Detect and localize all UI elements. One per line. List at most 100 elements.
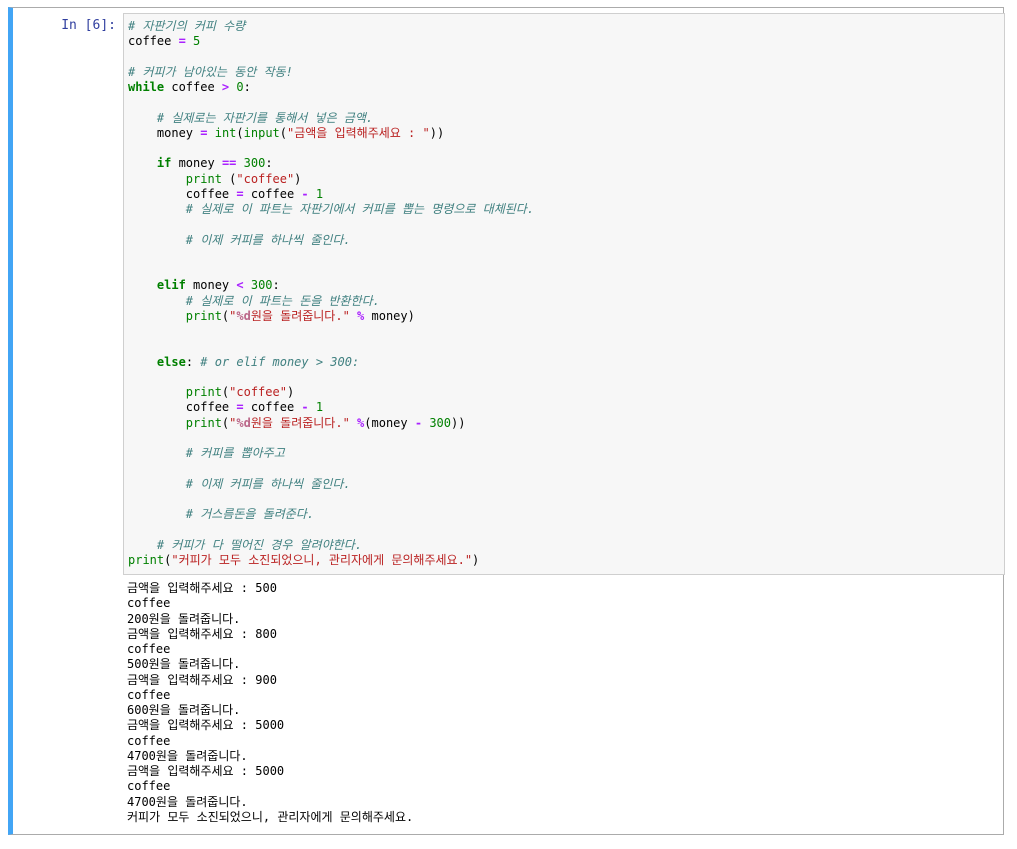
output-line: 600원을 돌려줍니다. — [127, 703, 241, 717]
code-token: elif — [156, 278, 186, 293]
code-token: 300 — [243, 156, 266, 171]
output-line: 금액을 입력해주세요 : 5000 — [127, 718, 285, 733]
cell-output: 금액을 입력해주세요 : 500 coffee 200원을 돌려줍니다. 금액을 입력… — [127, 581, 997, 825]
code-token: - — [414, 415, 423, 430]
code-content[interactable]: # 자판기의 커피 수량 coffee = 5 # 커피가 남아있는 동안 작동!… — [128, 19, 534, 568]
code-token: : — [272, 278, 280, 293]
output-text: 금액을 입력해주세요 : 500 coffee 200원을 돌려줍니다. 금액을 입력… — [127, 581, 997, 825]
code-token: coffee — [128, 34, 179, 49]
code-token: 원을 돌려줍니다." — [250, 415, 350, 430]
code-token: %d — [236, 415, 251, 430]
code-line: # 이제 커피를 하나씩 줄인다. — [128, 477, 534, 492]
code-line: print ("coffee") — [128, 172, 534, 187]
output-line: 금액을 입력해주세요 : 5000 — [127, 764, 285, 778]
code-token: print — [185, 308, 222, 323]
code-token: money — [185, 278, 237, 293]
code-token: # 커피가 남아있는 동안 작동! — [128, 64, 293, 79]
code-token: == — [221, 156, 237, 171]
code-token: ) — [472, 552, 480, 567]
code-line: money = int(input("금액을 입력해주세요 : ")) — [128, 126, 534, 141]
output-line: 4700원을 돌려줍니다. — [127, 794, 248, 809]
output-line: coffee — [127, 596, 171, 611]
code-token: int — [214, 125, 237, 140]
output-line: 커피가 모두 소진되었으니, 관리자에게 문의해주세요. — [127, 809, 414, 824]
code-token: coffee — [243, 400, 302, 415]
code-cell[interactable]: In [6]: # 자판기의 커피 수량 coffee = 5 # 커피가 남아있… — [8, 7, 1005, 835]
code-line: # 실제로 이 파트는 자판기에서 커피를 뽑는 명령으로 대체된다. — [128, 202, 534, 217]
code-token: # 실제로 이 파트는 자판기에서 커피를 뽑는 명령으로 대체된다. — [185, 202, 535, 216]
code-token: )) — [451, 415, 466, 430]
code-token: 원을 돌려줍니다." — [250, 308, 350, 323]
code-token: "coffee" — [229, 385, 287, 399]
code-line: # 커피를 뽑아주고 — [128, 446, 534, 461]
code-token: = — [236, 400, 244, 415]
output-line: 금액을 입력해주세요 : 900 — [127, 672, 277, 687]
code-token: < — [236, 278, 244, 293]
code-line: # 실제로 이 파트는 돈을 반환한다. — [128, 294, 534, 309]
code-token: ( — [236, 125, 244, 140]
code-token: : — [243, 80, 251, 94]
code-token: # 실제로는 자판기를 통해서 넣은 금액. — [156, 110, 374, 125]
code-token: # or elif money > 300: — [200, 354, 360, 369]
code-token: 300 — [250, 278, 273, 293]
code-token: print — [128, 552, 165, 567]
code-token: coffee — [243, 186, 302, 201]
code-token: "커피가 모두 소진되었으니, 관리자에게 문의해주세요." — [171, 552, 473, 567]
code-line: # 이제 커피를 하나씩 줄인다. — [128, 233, 534, 248]
code-token: 0 — [236, 80, 244, 94]
output-line: 금액을 입력해주세요 : 800 — [127, 626, 277, 641]
code-token: while — [128, 80, 165, 94]
output-line: 200원을 돌려줍니다. — [127, 611, 241, 626]
code-token: # 자판기의 커피 수량 — [128, 19, 246, 33]
code-token: coffee — [164, 80, 222, 94]
code-line: coffee = 5 — [128, 34, 534, 49]
code-token: money) — [364, 308, 415, 323]
code-token: : — [185, 354, 201, 369]
code-token: 5 — [193, 34, 201, 49]
output-line: coffee — [127, 642, 171, 656]
code-token: input — [243, 125, 280, 140]
output-line: 4700원을 돌려줍니다. — [127, 748, 248, 763]
code-line: print("%d원을 돌려줍니다." %(money - 300)) — [128, 416, 534, 431]
code-token: - — [301, 186, 309, 201]
code-token: print — [185, 385, 222, 399]
code-token: money — [128, 125, 201, 140]
code-token: ) — [294, 171, 302, 186]
code-token: : — [265, 156, 273, 171]
code-token: # 실제로 이 파트는 돈을 반환한다. — [185, 293, 380, 308]
code-line: elif money < 300: — [128, 278, 534, 293]
code-line: else: # or elif money > 300: — [128, 355, 534, 370]
code-token: ) — [286, 385, 295, 399]
code-token: "coffee" — [236, 171, 295, 186]
code-token: %d — [236, 308, 251, 323]
code-token: # 이제 커피를 하나씩 줄인다. — [185, 232, 351, 247]
code-token: coffee — [128, 186, 237, 201]
code-editor[interactable]: # 자판기의 커피 수량 coffee = 5 # 커피가 남아있는 동안 작동!… — [123, 13, 1005, 575]
code-line: if money == 300: — [128, 156, 534, 171]
code-line: print("커피가 모두 소진되었으니, 관리자에게 문의해주세요.") — [128, 553, 534, 568]
code-token: = — [236, 186, 244, 201]
code-line: coffee = coffee - 1 — [128, 187, 534, 202]
code-token: # 커피가 다 떨어진 경우 알려야한다. — [156, 537, 363, 552]
output-line: 금액을 입력해주세요 : 500 — [127, 581, 277, 595]
code-line: print("%d원을 돌려줍니다." % money) — [128, 309, 534, 324]
code-line: while coffee > 0: — [128, 80, 534, 95]
